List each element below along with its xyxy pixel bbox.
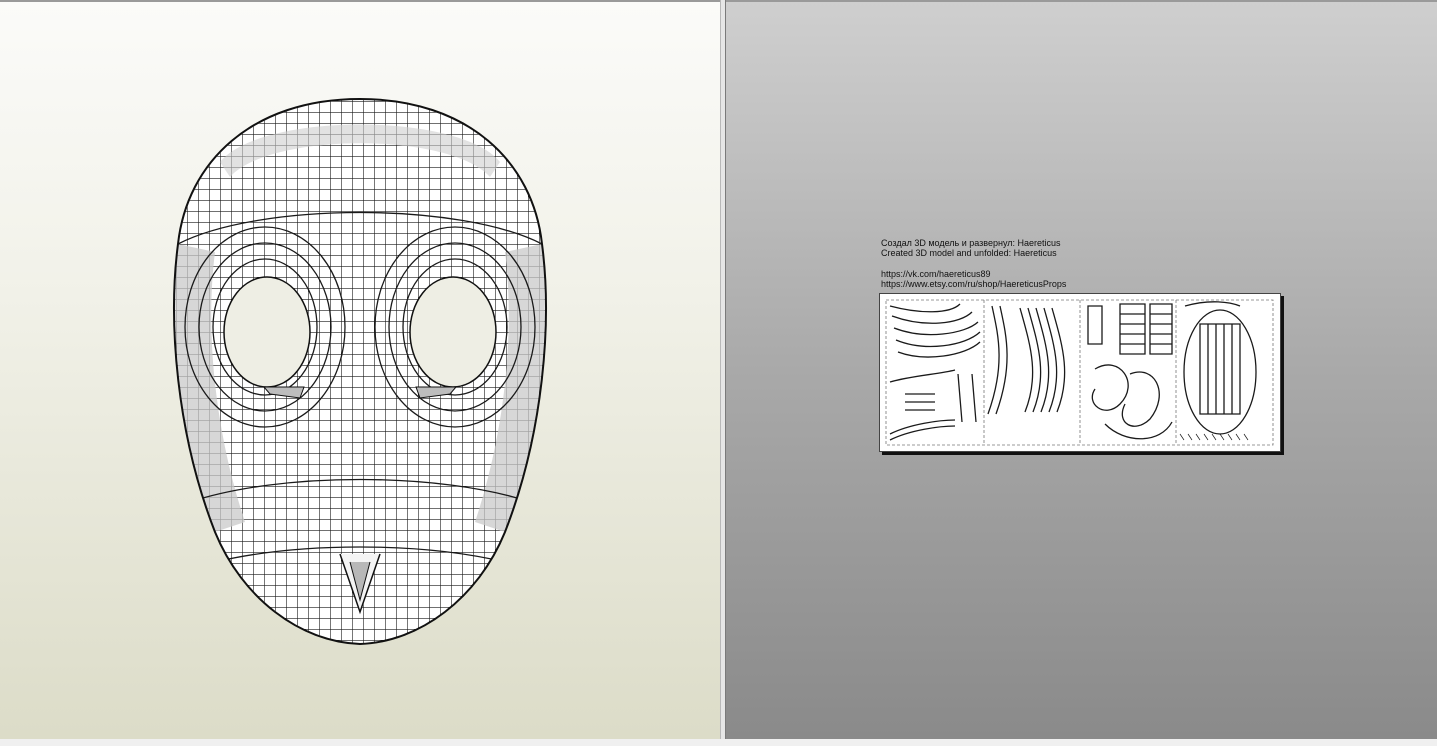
unfolded-pattern-sheet[interactable] xyxy=(879,293,1281,452)
etsy-url: https://www.etsy.com/ru/shop/HaereticusP… xyxy=(881,279,1067,290)
credits-block: Создал 3D модель и развернул: Haereticus… xyxy=(881,238,1066,289)
credit-en: Created 3D model and unfolded: Haereticu… xyxy=(881,248,1057,259)
vk-url: https://vk.com/haereticus89 xyxy=(881,268,991,279)
3d-view-panel[interactable] xyxy=(0,0,720,739)
mask-3d-model[interactable] xyxy=(0,2,720,741)
2d-view-panel[interactable]: Создал 3D модель и развернул: Haereticus… xyxy=(726,0,1437,739)
credit-ru: Создал 3D модель и развернул: Haereticus xyxy=(881,238,1061,248)
